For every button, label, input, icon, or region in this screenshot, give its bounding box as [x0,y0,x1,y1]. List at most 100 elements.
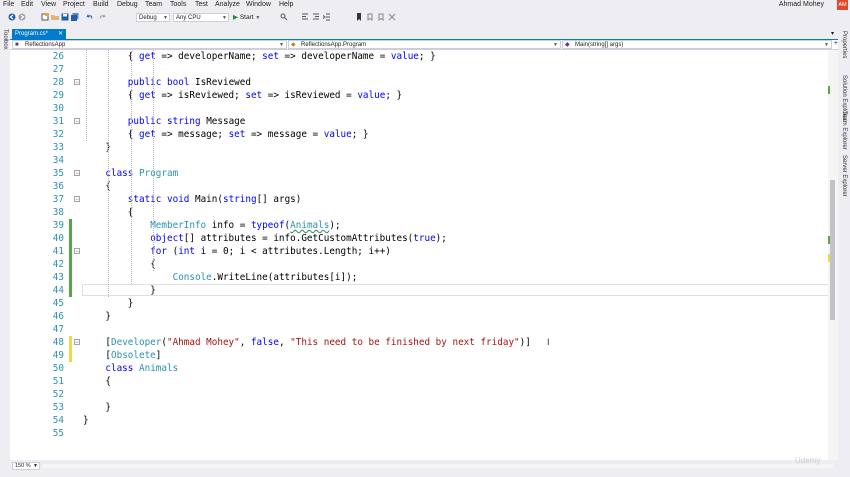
code-line[interactable]: 28 − public bool IsReviewed [10,76,828,89]
code-text: } [83,414,89,427]
code-line[interactable]: 49 [Obsolete] [10,349,828,362]
change-indicator [69,284,72,297]
collapse-toggle-icon[interactable]: − [74,79,80,86]
member-dropdown[interactable]: ◆ Main(string[] args) ▼ [562,40,832,49]
menu-build[interactable]: Build [93,1,109,8]
code-line[interactable]: 42{ [10,258,828,271]
save-icon[interactable] [61,13,69,21]
menu-analyze[interactable]: Analyze [215,1,240,8]
change-indicator [69,219,72,232]
redo-icon[interactable] [98,13,106,21]
solution-configuration-select[interactable]: Debug ▼ [136,13,170,22]
navigate-back-icon[interactable] [8,13,16,21]
member-value: Main(string[] args) [575,42,624,48]
toolbox-tab[interactable]: Toolbox [2,29,8,50]
menu-project[interactable]: Project [63,1,85,8]
comment-out-icon[interactable] [301,13,309,21]
code-line[interactable]: 26 { get => developerName; set => develop… [10,50,828,63]
start-button[interactable]: ▶ Start ▼ [233,13,260,21]
clear-bookmarks-icon[interactable] [388,13,396,21]
undo-icon[interactable] [86,13,94,21]
code-text: { get => message; set => message = value… [128,128,369,141]
close-icon[interactable]: ✕ [58,29,63,39]
new-project-icon[interactable] [41,13,49,21]
menu-window[interactable]: Window [246,1,271,8]
uncomment-icon[interactable] [312,13,320,21]
properties-tab[interactable]: Properties [841,31,847,58]
code-token: "This need to be finished by next friday… [290,337,520,348]
code-line[interactable]: 27 [10,63,828,76]
scrollbar-thumb[interactable] [830,180,835,320]
code-line[interactable]: 53} [10,401,828,414]
split-view-icon[interactable]: + [834,40,838,47]
line-number: 32 [52,129,64,140]
collapse-toggle-icon[interactable]: − [74,196,80,203]
type-dropdown[interactable]: ◆ ReflectionsApp.Program ▼ [288,40,561,49]
vertical-scrollbar[interactable] [828,50,838,460]
code-line[interactable]: 34 [10,154,828,167]
solution-platform-select[interactable]: Any CPU ▼ [173,13,229,22]
code-line[interactable]: 46} [10,310,828,323]
code-editor[interactable]: I 26{ get => developerName; set => devel… [10,50,828,460]
menu-help[interactable]: Help [279,1,293,8]
code-line[interactable]: 29 { get => isReviewed; set => isReviewed… [10,89,828,102]
menu-test[interactable]: Test [195,1,208,8]
collapse-toggle-icon[interactable]: − [74,118,80,125]
server-explorer-tab[interactable]: Server Explorer [841,155,847,197]
menu-tools[interactable]: Tools [170,1,186,8]
code-line[interactable]: 36{ [10,180,828,193]
chevron-down-icon[interactable]: ▾ [831,30,834,37]
menu-view[interactable]: View [41,1,56,8]
save-all-icon[interactable] [71,13,79,21]
code-line[interactable]: 37 − static void Main(string[] args) [10,193,828,206]
code-line[interactable]: 32 { get => message; set => message = val… [10,128,828,141]
previous-bookmark-icon[interactable] [366,13,374,21]
code-line[interactable]: 51 { [10,375,828,388]
code-line[interactable]: 45} [10,297,828,310]
menu-edit[interactable]: Edit [21,1,33,8]
line-number: 48 [52,337,64,348]
code-line[interactable]: 35 − class Program [10,167,828,180]
code-line[interactable]: 40 object[] attributes = info.GetCustomAt… [10,232,828,245]
menu-debug[interactable]: Debug [117,1,138,8]
chevron-down-icon: ▼ [824,42,829,48]
chevron-down-icon: ▼ [33,463,38,469]
menu-file[interactable]: File [3,1,14,8]
code-line[interactable]: 47 [10,323,828,336]
code-line[interactable]: 44} [10,284,828,297]
zoom-select[interactable]: 150 % ▼ [12,462,40,470]
code-line[interactable]: 52 [10,388,828,401]
code-line[interactable]: 50 class Animals [10,362,828,375]
tab-program-cs[interactable]: Program.cs* ✕ [12,29,66,39]
code-line[interactable]: 31 − public string Message [10,115,828,128]
code-line[interactable]: 41 − for (int i = 0; i < attributes.Length… [10,245,828,258]
code-line[interactable]: 39 MemberInfo info = typeof(Animals); [10,219,828,232]
navigate-forward-icon[interactable] [18,13,26,21]
horizontal-scrollbar[interactable] [43,464,833,468]
project-dropdown[interactable]: ■ ReflectionsApp ▼ [12,40,287,49]
indent-icon[interactable] [323,13,331,21]
collapse-toggle-icon[interactable]: − [74,170,80,177]
code-line[interactable]: 54} [10,414,828,427]
collapse-toggle-icon[interactable]: − [74,248,80,255]
code-token: ; } [351,129,369,140]
type-value: ReflectionsApp.Program [301,42,367,48]
team-explorer-tab[interactable]: Team Explorer [841,111,847,150]
avatar[interactable]: AM [837,0,848,10]
chevron-down-icon: ▼ [163,15,168,21]
code-text: for (int i = 0; i < attributes.Length; i… [150,245,391,258]
find-icon[interactable] [280,13,288,21]
user-name[interactable]: Ahmad Mohey [779,1,824,8]
code-line[interactable]: 33} [10,141,828,154]
line-number: 26 [52,51,64,62]
next-bookmark-icon[interactable] [377,13,385,21]
code-line[interactable]: 30 [10,102,828,115]
code-line[interactable]: 55 [10,427,828,440]
code-line[interactable]: 48 − [Developer("Ahmad Mohey", false, "Thi… [10,336,828,349]
menu-team[interactable]: Team [145,1,162,8]
code-line[interactable]: 38{ [10,206,828,219]
bookmark-icon[interactable] [355,13,363,21]
code-line[interactable]: 43 Console.WriteLine(attributes[i]); [10,271,828,284]
collapse-toggle-icon[interactable]: − [74,339,80,346]
open-file-icon[interactable] [51,13,59,21]
